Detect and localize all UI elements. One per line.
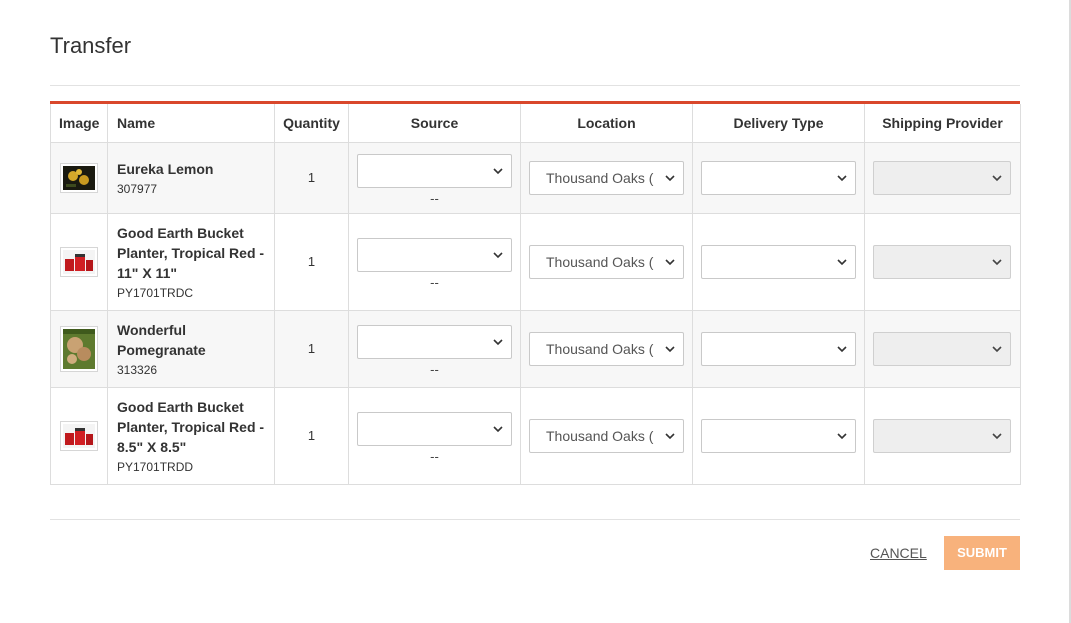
- delivery-type-select[interactable]: [701, 418, 856, 453]
- source-select[interactable]: [357, 412, 512, 446]
- image-cell: [50, 386, 108, 485]
- item-name: Good Earth Bucket Planter, Tropical Red …: [117, 398, 265, 455]
- quantity-cell: 1: [274, 309, 349, 388]
- chevron-down-icon: [493, 251, 503, 259]
- table-row: Good Earth Bucket Planter, Tropical Red …: [50, 386, 1021, 485]
- chevron-down-icon: [992, 345, 1002, 353]
- shipping-provider-select[interactable]: [873, 418, 1011, 453]
- location-select-value: Thousand Oaks (: [546, 253, 654, 270]
- table-header-row: Image Name Quantity Source Location Deli…: [50, 104, 1021, 143]
- table-row: Good Earth Bucket Planter, Tropical Red …: [50, 212, 1021, 311]
- item-name: Eureka Lemon: [117, 160, 214, 177]
- planter-thumbnail: [60, 420, 98, 451]
- item-sku: 307977: [117, 181, 158, 196]
- chevron-down-icon: [992, 174, 1002, 182]
- column-header-source: Source: [348, 104, 521, 143]
- name-cell: Wonderful Pomegranate 313326: [107, 309, 275, 388]
- location-select[interactable]: Thousand Oaks (: [529, 160, 684, 195]
- location-select[interactable]: Thousand Oaks (: [529, 331, 684, 366]
- location-cell: Thousand Oaks (: [520, 212, 693, 311]
- source-cell: --: [348, 309, 521, 388]
- pomegranate-thumbnail: [60, 325, 98, 372]
- shipping-provider-cell: [864, 309, 1021, 388]
- image-cell: [50, 309, 108, 388]
- column-header-delivery-type: Delivery Type: [692, 104, 865, 143]
- chevron-down-icon: [837, 345, 847, 353]
- location-select-value: Thousand Oaks (: [546, 340, 654, 357]
- chevron-down-icon: [493, 167, 503, 175]
- chevron-down-icon: [665, 174, 675, 182]
- source-select[interactable]: [357, 154, 512, 188]
- lemon-thumbnail: [60, 162, 98, 193]
- source-note: --: [430, 449, 439, 464]
- delivery-type-select[interactable]: [701, 331, 856, 366]
- source-cell: --: [348, 386, 521, 485]
- source-note: --: [430, 275, 439, 290]
- name-cell: Eureka Lemon 307977: [107, 141, 275, 214]
- source-cell: --: [348, 141, 521, 214]
- delivery-type-cell: [692, 309, 865, 388]
- column-header-location: Location: [520, 104, 693, 143]
- column-header-quantity: Quantity: [274, 104, 349, 143]
- title-divider: [50, 85, 1020, 86]
- image-cell: [50, 141, 108, 214]
- item-sku: PY1701TRDC: [117, 285, 194, 300]
- submit-button[interactable]: SUBMIT: [944, 536, 1020, 570]
- chevron-down-icon: [493, 338, 503, 346]
- item-name: Good Earth Bucket Planter, Tropical Red …: [117, 224, 265, 281]
- item-sku: 313326: [117, 362, 158, 377]
- chevron-down-icon: [665, 258, 675, 266]
- location-cell: Thousand Oaks (: [520, 386, 693, 485]
- chevron-down-icon: [665, 345, 675, 353]
- cancel-button[interactable]: CANCEL: [870, 545, 927, 561]
- source-note: --: [430, 191, 439, 206]
- chevron-down-icon: [665, 432, 675, 440]
- chevron-down-icon: [837, 432, 847, 440]
- delivery-type-cell: [692, 212, 865, 311]
- shipping-provider-cell: [864, 386, 1021, 485]
- dialog-title: Transfer: [50, 33, 132, 58]
- image-cell: [50, 212, 108, 311]
- footer-divider: [50, 519, 1020, 520]
- name-cell: Good Earth Bucket Planter, Tropical Red …: [107, 212, 275, 311]
- planter-thumbnail: [60, 246, 98, 277]
- quantity-cell: 1: [274, 141, 349, 214]
- shipping-provider-select[interactable]: [873, 160, 1011, 195]
- table-row: Wonderful Pomegranate 313326 1 -- Thousa…: [50, 309, 1021, 388]
- delivery-type-select[interactable]: [701, 244, 856, 279]
- chevron-down-icon: [837, 258, 847, 266]
- shipping-provider-select[interactable]: [873, 331, 1011, 366]
- column-header-shipping-provider: Shipping Provider: [864, 104, 1021, 143]
- source-note: --: [430, 362, 439, 377]
- location-select[interactable]: Thousand Oaks (: [529, 244, 684, 279]
- transfer-table: Image Name Quantity Source Location Deli…: [50, 101, 1021, 485]
- chevron-down-icon: [837, 174, 847, 182]
- delivery-type-cell: [692, 141, 865, 214]
- location-select-value: Thousand Oaks (: [546, 169, 654, 186]
- source-cell: --: [348, 212, 521, 311]
- item-sku: PY1701TRDD: [117, 459, 194, 474]
- quantity-cell: 1: [274, 212, 349, 311]
- location-select[interactable]: Thousand Oaks (: [529, 418, 684, 453]
- chevron-down-icon: [992, 258, 1002, 266]
- location-cell: Thousand Oaks (: [520, 309, 693, 388]
- chevron-down-icon: [992, 432, 1002, 440]
- quantity-cell: 1: [274, 386, 349, 485]
- chevron-down-icon: [493, 425, 503, 433]
- location-cell: Thousand Oaks (: [520, 141, 693, 214]
- shipping-provider-select[interactable]: [873, 244, 1011, 279]
- delivery-type-select[interactable]: [701, 160, 856, 195]
- name-cell: Good Earth Bucket Planter, Tropical Red …: [107, 386, 275, 485]
- column-header-image: Image: [50, 104, 108, 143]
- location-select-value: Thousand Oaks (: [546, 427, 654, 444]
- delivery-type-cell: [692, 386, 865, 485]
- column-header-name: Name: [107, 104, 275, 143]
- item-name: Wonderful Pomegranate: [117, 321, 206, 358]
- table-row: Eureka Lemon 307977 1 -- Thousand Oaks (: [50, 141, 1021, 214]
- shipping-provider-cell: [864, 212, 1021, 311]
- source-select[interactable]: [357, 325, 512, 359]
- source-select[interactable]: [357, 238, 512, 272]
- shipping-provider-cell: [864, 141, 1021, 214]
